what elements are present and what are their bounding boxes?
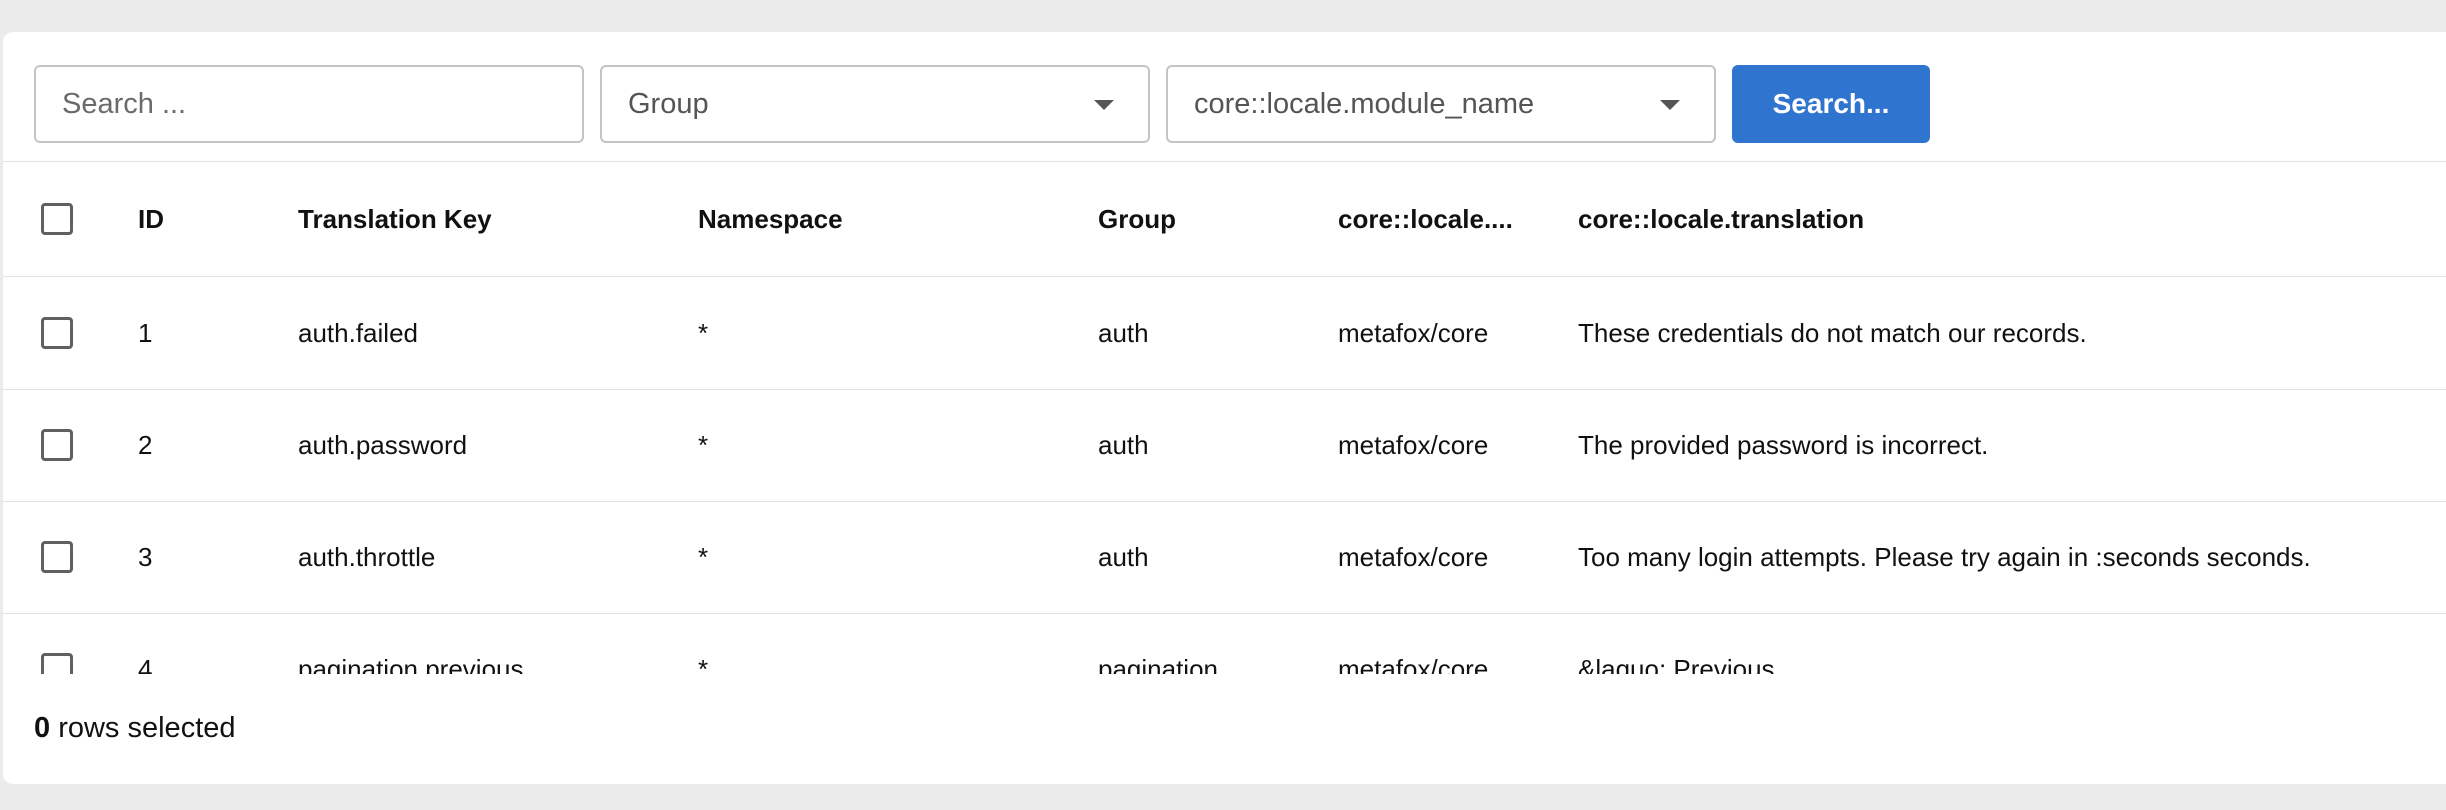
translations-panel: Group core::locale.module_name Search...…	[3, 32, 2446, 784]
search-button[interactable]: Search...	[1732, 65, 1930, 143]
table-header-row: ID Translation Key Namespace Group core:…	[3, 162, 2446, 277]
group-select[interactable]: Group	[600, 65, 1150, 143]
caret-down-icon	[1660, 100, 1680, 110]
column-header-module[interactable]: core::locale....	[1338, 162, 1538, 276]
selected-label: rows selected	[58, 712, 236, 744]
cell-translation-key: pagination.previous	[298, 653, 524, 675]
table-row[interactable]: 1 auth.failed * auth metafox/core These …	[3, 277, 2446, 390]
search-field[interactable]	[34, 65, 584, 143]
cell-namespace: *	[698, 429, 709, 460]
cell-id: 3	[138, 541, 153, 572]
row-select-cell	[41, 389, 81, 501]
cell-module: metafox/core	[1338, 541, 1489, 572]
cell-group: pagination	[1098, 653, 1218, 675]
cell-namespace: *	[698, 317, 709, 348]
row-checkbox[interactable]	[41, 429, 73, 461]
select-all-cell	[41, 162, 81, 276]
cell-translation-key: auth.password	[298, 429, 468, 460]
selected-count: 0	[34, 712, 51, 744]
cell-group: auth	[1098, 541, 1149, 572]
column-header-translation-key[interactable]: Translation Key	[298, 162, 678, 276]
cell-translation-key: auth.throttle	[298, 541, 436, 572]
cell-module: metafox/core	[1338, 429, 1489, 460]
select-all-checkbox[interactable]	[41, 203, 73, 235]
column-header-translation[interactable]: core::locale.translation	[1578, 162, 2446, 276]
cell-translation: These credentials do not match our recor…	[1578, 317, 2087, 348]
table-row[interactable]: 3 auth.throttle * auth metafox/core Too …	[3, 501, 2446, 614]
module-select-value: core::locale.module_name	[1194, 87, 1535, 120]
row-select-cell	[41, 501, 81, 613]
cell-group: auth	[1098, 429, 1149, 460]
search-input[interactable]	[62, 87, 582, 121]
cell-group: auth	[1098, 317, 1149, 348]
table-row[interactable]: 2 auth.password * auth metafox/core The …	[3, 389, 2446, 502]
column-header-namespace[interactable]: Namespace	[698, 162, 1078, 276]
table-row[interactable]: 4 pagination.previous * pagination metaf…	[3, 613, 2446, 674]
module-select[interactable]: core::locale.module_name	[1166, 65, 1716, 143]
cell-namespace: *	[698, 541, 709, 572]
row-checkbox[interactable]	[41, 653, 73, 674]
row-checkbox[interactable]	[41, 541, 73, 573]
column-header-id[interactable]: ID	[138, 162, 278, 276]
row-checkbox[interactable]	[41, 317, 73, 349]
cell-translation: &laquo; Previous	[1578, 653, 1775, 675]
group-select-value: Group	[628, 87, 709, 120]
cell-module: metafox/core	[1338, 317, 1489, 348]
cell-id: 2	[138, 429, 153, 460]
cell-translation: The provided password is incorrect.	[1578, 429, 1989, 460]
row-select-cell	[41, 277, 81, 389]
filter-toolbar: Group core::locale.module_name Search...	[3, 32, 2446, 162]
column-header-group[interactable]: Group	[1098, 162, 1318, 276]
cell-id: 1	[138, 317, 153, 348]
caret-down-icon	[1094, 100, 1114, 110]
cell-translation: Too many login attempts. Please try agai…	[1578, 541, 2311, 572]
cell-module: metafox/core	[1338, 653, 1489, 675]
translations-table: ID Translation Key Namespace Group core:…	[3, 162, 2446, 674]
row-select-cell	[41, 613, 81, 674]
cell-translation-key: auth.failed	[298, 317, 418, 348]
cell-id: 4	[138, 653, 153, 675]
cell-namespace: *	[698, 653, 709, 675]
selection-status: 0 rows selected	[34, 712, 236, 745]
